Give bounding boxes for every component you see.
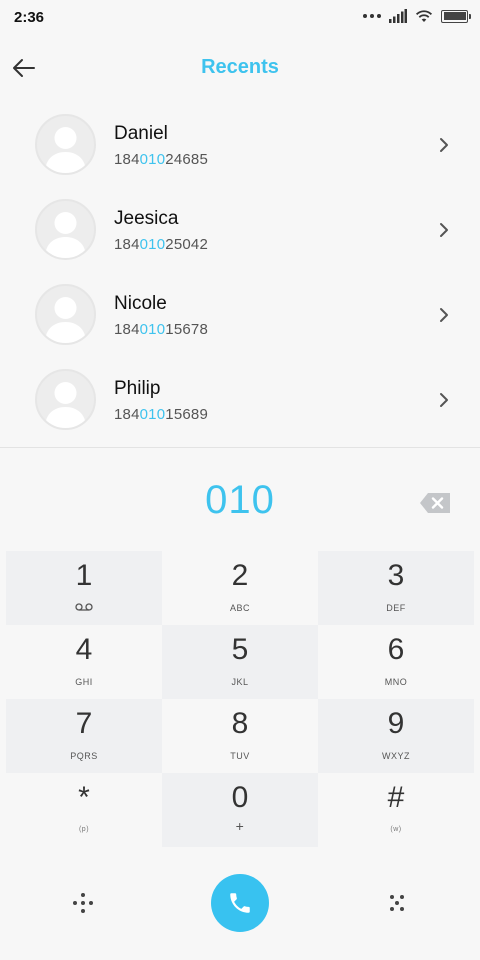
key-3[interactable]: 3 DEF xyxy=(318,551,474,625)
key-letters: PQRS xyxy=(70,751,98,761)
key-0[interactable]: 0 + xyxy=(162,773,318,847)
key-digit: 2 xyxy=(231,559,249,592)
status-time: 2:36 xyxy=(14,9,45,26)
divider xyxy=(0,447,480,448)
key-6[interactable]: 6 MNO xyxy=(318,625,474,699)
key-letters: ABC xyxy=(229,603,250,613)
signal-icon xyxy=(389,9,407,23)
key-digit: 4 xyxy=(75,633,93,666)
phone-icon xyxy=(230,893,250,913)
status-bar: 2:36 xyxy=(0,0,480,34)
wifi-icon xyxy=(415,10,433,22)
dialpad-dots-icon[interactable] xyxy=(68,888,98,918)
key-letters: (w) xyxy=(390,826,402,833)
contact-number: 18401015689 xyxy=(114,406,208,423)
key-digit: 6 xyxy=(387,633,405,666)
key-digit: 8 xyxy=(231,707,249,740)
key-letters: GHI xyxy=(75,677,93,687)
key-9[interactable]: 9 WXYZ xyxy=(318,699,474,773)
key-letters: (p) xyxy=(78,826,90,833)
key-digit: 9 xyxy=(387,707,405,740)
voicemail-icon xyxy=(75,603,93,611)
key-digit: 7 xyxy=(75,707,93,740)
list-item[interactable]: Daniel 18401024685 xyxy=(0,102,480,187)
bottom-bar xyxy=(0,866,480,938)
avatar xyxy=(35,284,96,345)
chevron-right-icon xyxy=(440,308,448,322)
call-button[interactable] xyxy=(211,874,269,932)
key-letters: TUV xyxy=(230,751,250,761)
list-item[interactable]: Philip 18401015689 xyxy=(0,357,480,442)
person-silhouette-icon xyxy=(45,127,86,173)
key-digit: 5 xyxy=(231,633,249,666)
contact-name: Daniel xyxy=(114,123,168,144)
key-hash[interactable]: # (w) xyxy=(318,773,474,847)
contact-number: 18401024685 xyxy=(114,151,208,168)
person-silhouette-icon xyxy=(45,212,86,258)
contact-name: Philip xyxy=(114,378,161,399)
key-7[interactable]: 7 PQRS xyxy=(6,699,162,773)
avatar xyxy=(35,199,96,260)
key-digit: 0 xyxy=(231,781,249,814)
list-item[interactable]: Jeesica 18401025042 xyxy=(0,187,480,272)
chevron-right-icon xyxy=(440,223,448,237)
contact-number: 18401015678 xyxy=(114,321,208,338)
avatar xyxy=(35,114,96,175)
chevron-right-icon xyxy=(440,393,448,407)
key-5[interactable]: 5 JKL xyxy=(162,625,318,699)
keypad: 1 2 ABC 3 DEF 4 GHI 5 JKL 6 MNO 7 PQRS 8… xyxy=(6,551,474,847)
header: Recents xyxy=(0,34,480,102)
page-title: Recents xyxy=(201,56,279,78)
menu-dots-icon[interactable] xyxy=(382,888,412,918)
person-silhouette-icon xyxy=(45,382,86,428)
recents-list: Daniel 18401024685 Jeesica 18401025042 N… xyxy=(0,102,480,442)
avatar xyxy=(35,369,96,430)
dialed-number: 010 xyxy=(205,478,275,522)
backspace-icon[interactable] xyxy=(418,491,452,515)
key-letters: MNO xyxy=(384,677,408,687)
status-icons xyxy=(363,9,471,23)
key-letters: WXYZ xyxy=(382,751,410,761)
notification-dots-icon xyxy=(363,14,381,18)
list-item[interactable]: Nicole 18401015678 xyxy=(0,272,480,357)
key-2[interactable]: 2 ABC xyxy=(162,551,318,625)
chevron-right-icon xyxy=(440,138,448,152)
person-silhouette-icon xyxy=(45,297,86,343)
key-digit: 3 xyxy=(387,559,405,592)
key-digit: # xyxy=(387,781,405,814)
key-4[interactable]: 4 GHI xyxy=(6,625,162,699)
contact-name: Nicole xyxy=(114,293,167,314)
battery-icon xyxy=(441,9,471,23)
contact-number: 18401025042 xyxy=(114,236,208,253)
key-digit: * xyxy=(78,781,90,814)
key-letters: DEF xyxy=(386,603,406,613)
key-star[interactable]: * (p) xyxy=(6,773,162,847)
key-letters: JKL xyxy=(231,677,249,687)
key-digit: 1 xyxy=(75,559,93,592)
contact-name: Jeesica xyxy=(114,208,179,229)
key-letters: + xyxy=(235,818,245,834)
key-8[interactable]: 8 TUV xyxy=(162,699,318,773)
key-1[interactable]: 1 xyxy=(6,551,162,625)
